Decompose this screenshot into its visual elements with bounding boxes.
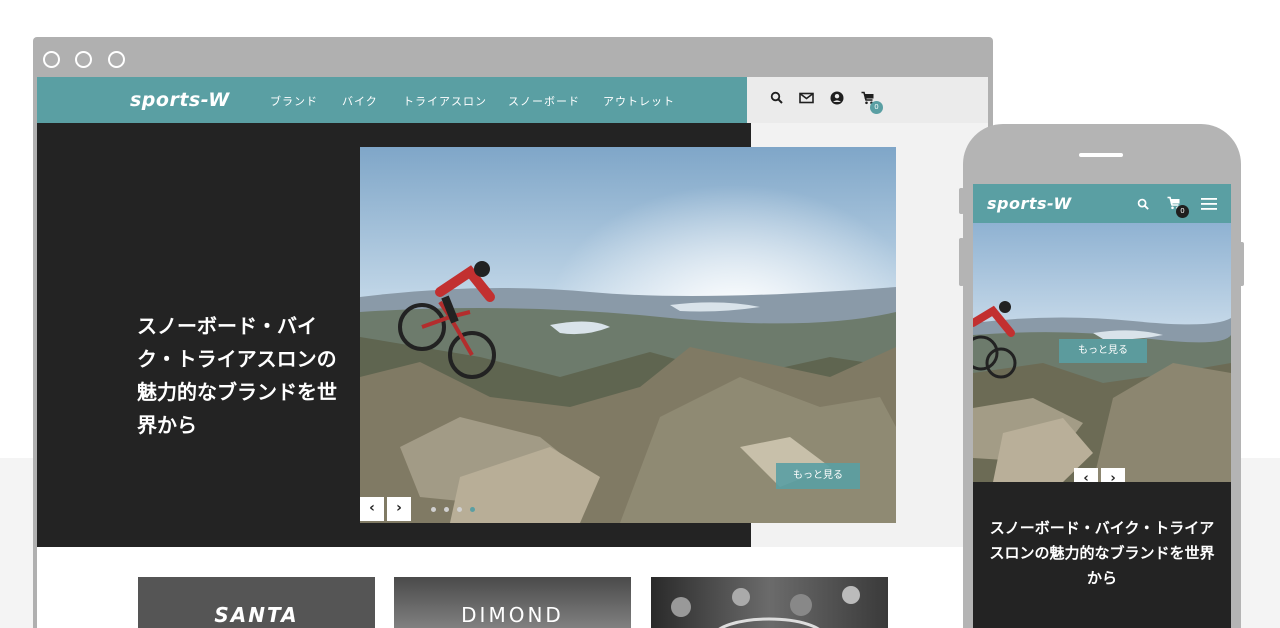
phone-speaker bbox=[1079, 153, 1123, 157]
cart-count-badge: 0 bbox=[870, 101, 883, 114]
mobile-more-button[interactable]: もっと見る bbox=[1059, 339, 1147, 363]
mobile-slide-next-button[interactable]: › bbox=[1101, 468, 1125, 482]
slide-dot[interactable] bbox=[431, 507, 436, 512]
mobile-cart-count-badge: 0 bbox=[1176, 205, 1189, 218]
more-button[interactable]: もっと見る bbox=[776, 463, 860, 489]
brand-card-label: SANTA bbox=[214, 603, 299, 627]
header-icon-area: 0 bbox=[747, 77, 988, 123]
mobile-hero-slide-image[interactable]: もっと見る ‹ › bbox=[973, 223, 1231, 482]
nav-link-triathlon[interactable]: トライアスロン bbox=[403, 93, 487, 109]
window-dot-icon bbox=[43, 51, 60, 68]
mobile-slide-prev-button[interactable]: ‹ bbox=[1074, 468, 1098, 482]
site-header: sports-W ブランド バイク トライアスロン スノーボード アウトレット bbox=[37, 77, 747, 123]
slide-prev-button[interactable]: ‹ bbox=[360, 497, 384, 521]
window-dot-icon bbox=[108, 51, 125, 68]
hero-title: スノーボード・バイク・トライアスロンの魅力的なブランドを世界から bbox=[137, 314, 337, 437]
account-icon[interactable] bbox=[829, 91, 845, 109]
nav-link-snowboard[interactable]: スノーボード bbox=[508, 93, 580, 109]
brand-card-event-photo[interactable] bbox=[651, 577, 888, 628]
nav-link-outlet[interactable]: アウトレット bbox=[603, 93, 675, 109]
desktop-viewport: sports-W ブランド バイク トライアスロン スノーボード アウトレット … bbox=[37, 77, 988, 628]
brand-card-santa[interactable]: SANTA bbox=[138, 577, 375, 628]
slide-dot[interactable] bbox=[457, 507, 462, 512]
brand-card-dimond[interactable]: DIMOND bbox=[394, 577, 631, 628]
slide-dot-active[interactable] bbox=[470, 507, 475, 512]
hero-slide-image[interactable]: もっと見る ‹ › bbox=[360, 147, 896, 523]
brand-card-label: DIMOND bbox=[461, 603, 564, 627]
mail-icon[interactable] bbox=[798, 91, 814, 109]
mobile-viewport: sports-W 0 もっと見る ‹ › スノーボード・バイク・トライアスロンの… bbox=[973, 184, 1231, 628]
mobile-header: sports-W 0 bbox=[973, 184, 1231, 223]
slide-dot[interactable] bbox=[444, 507, 449, 512]
brand-card-photo-icon bbox=[671, 586, 860, 628]
mobile-phone-mockup: sports-W 0 もっと見る ‹ › スノーボード・バイク・トライアスロンの… bbox=[963, 124, 1241, 628]
nav-link-brand[interactable]: ブランド bbox=[270, 93, 318, 109]
slide-next-button[interactable]: › bbox=[387, 497, 411, 521]
menu-icon[interactable] bbox=[1201, 196, 1217, 215]
site-logo[interactable]: sports-W bbox=[130, 89, 230, 111]
desktop-browser-mockup: sports-W ブランド バイク トライアスロン スノーボード アウトレット … bbox=[33, 37, 993, 628]
search-icon[interactable] bbox=[769, 91, 785, 109]
window-dot-icon bbox=[75, 51, 92, 68]
nav-link-bike[interactable]: バイク bbox=[342, 93, 378, 109]
mobile-hero-title: スノーボード・バイク・トライアスロンの魅力的なブランドを世界から bbox=[989, 519, 1215, 587]
mobile-site-logo[interactable]: sports-W bbox=[987, 194, 1072, 213]
search-icon[interactable] bbox=[1137, 196, 1150, 215]
